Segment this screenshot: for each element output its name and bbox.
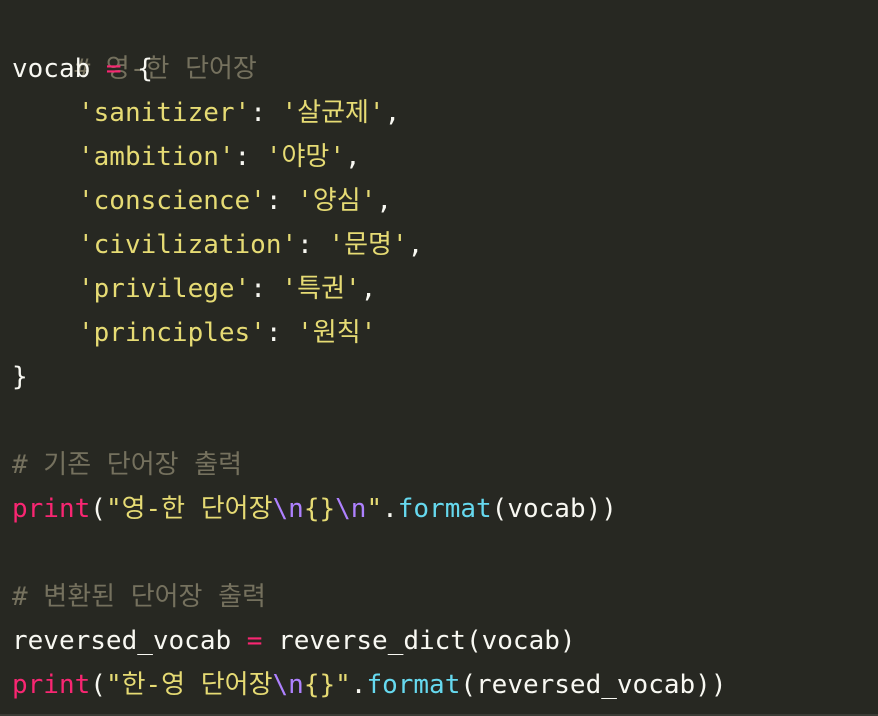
code-line-15: reversed_vocab = reverse_dict(vocab) [12,619,878,663]
string-literal: " [366,494,383,524]
call-args: (reversed_vocab)) [460,670,727,700]
function-call: reverse_dict(vocab) [278,626,576,656]
escape-sequence: \n [335,494,367,524]
open-brace: { [137,54,153,84]
code-line-1: # 영-한 단어장 [12,3,878,84]
comma: , [345,142,361,172]
escape-sequence: \n [272,494,304,524]
code-line-9: } [12,355,878,399]
colon: : [250,98,282,128]
string-literal: "한-영 단어장 [105,670,273,700]
dot: . [382,494,398,524]
open-paren: ( [90,670,106,700]
call-args: (vocab)) [491,494,617,524]
code-line-10-blank [12,399,878,443]
string-literal: "영-한 단어장 [105,494,273,524]
assign-operator: = [231,626,279,656]
dict-value: '문명' [328,230,408,260]
comma: , [360,274,377,304]
code-line-11: # 기존 단어장 출력 [12,443,878,487]
comment: # 기존 단어장 출력 [12,450,243,480]
dict-value: '양심' [297,186,377,216]
comma: , [376,186,392,216]
code-line-5: 'conscience': '양심', [12,179,878,223]
colon: : [297,230,329,260]
dict-value: '야망' [265,142,346,172]
variable-name: reversed_vocab [12,626,232,656]
code-line-2: vocab = { [12,47,878,91]
dot: . [350,670,367,700]
variable-name: vocab [12,54,91,84]
comma: , [384,98,401,128]
comma: , [407,230,424,260]
code-line-16: print("한-영 단어장\n{}".format(reversed_voca… [12,663,878,707]
print-function: print [12,670,91,700]
colon: : [234,142,266,172]
colon: : [265,318,298,348]
dict-value: '원칙' [297,318,377,348]
string-literal: {} [303,494,336,524]
assign-operator: = [90,54,138,84]
code-line-7: 'privilege': '특권', [12,267,878,311]
escape-sequence: \n [272,670,304,700]
dict-key: 'privilege' [78,274,251,304]
dict-key: 'ambition' [78,142,235,172]
code-line-6: 'civilization': '문명', [12,223,878,267]
code-line-3: 'sanitizer': '살균제', [12,91,878,135]
dict-key: 'civilization' [78,230,298,260]
code-line-14: # 변환된 단어장 출력 [12,575,878,619]
string-literal: {}" [303,670,351,700]
colon: : [265,186,298,216]
close-brace: } [12,362,28,392]
code-line-8: 'principles': '원칙' [12,311,878,355]
format-method: format [397,494,492,524]
dict-key: 'conscience' [78,186,266,216]
dict-key: 'principles' [78,318,266,348]
code-editor[interactable]: # 영-한 단어장 vocab = { 'sanitizer': '살균제', … [0,0,878,716]
comment: # 변환된 단어장 출력 [12,582,266,612]
dict-value: '특권' [281,274,361,304]
code-line-12: print("영-한 단어장\n{}\n".format(vocab)) [12,487,878,531]
format-method: format [366,670,461,700]
open-paren: ( [90,494,106,524]
print-function: print [12,494,91,524]
colon: : [250,274,282,304]
code-line-4: 'ambition': '야망', [12,135,878,179]
dict-value: '살균제' [281,98,385,128]
code-line-13-blank [12,531,878,575]
dict-key: 'sanitizer' [78,98,251,128]
